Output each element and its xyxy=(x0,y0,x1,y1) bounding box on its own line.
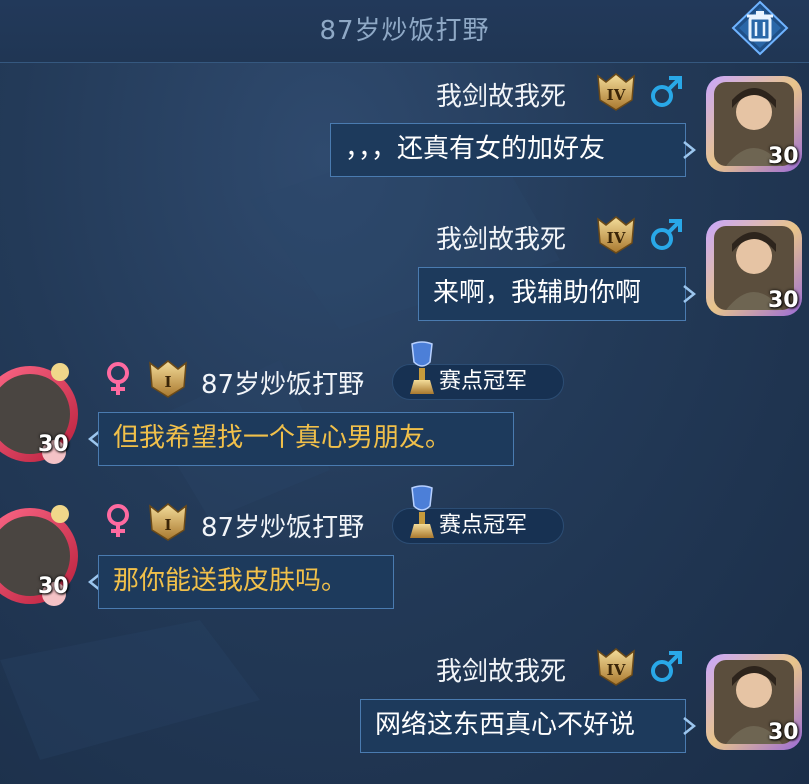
rank-badge-icon: IV xyxy=(597,73,635,111)
trophy-icon xyxy=(410,485,434,538)
trash-icon xyxy=(731,0,789,56)
avatar[interactable]: 30 xyxy=(702,650,806,754)
sender-name[interactable]: 87岁炒饭打野 xyxy=(201,507,364,544)
svg-text:IV: IV xyxy=(607,661,626,679)
svg-text:I: I xyxy=(164,516,171,534)
female-icon xyxy=(107,504,129,537)
header-bar: 87岁炒饭打野 xyxy=(0,0,809,63)
sender-name[interactable]: 我剑故我死 xyxy=(436,76,566,113)
avatar[interactable]: 30 xyxy=(702,72,806,176)
male-icon xyxy=(651,219,682,250)
rank-badge-icon: IV xyxy=(597,216,635,254)
bubble-tail-icon xyxy=(683,285,697,303)
avatar[interactable]: 30 xyxy=(0,498,82,606)
svg-text:IV: IV xyxy=(607,229,626,247)
level-number: 30 xyxy=(38,432,69,457)
rank-badge-icon: IV xyxy=(597,648,635,686)
delete-button[interactable] xyxy=(725,0,795,56)
bubble-tail-icon xyxy=(683,141,697,159)
female-icon xyxy=(107,362,129,395)
chat-title: 87岁炒饭打野 xyxy=(319,16,490,46)
level-number: 30 xyxy=(768,288,799,313)
sender-name[interactable]: 我剑故我死 xyxy=(436,219,566,256)
svg-text:IV: IV xyxy=(607,86,626,104)
rank-badge-icon: I xyxy=(149,503,187,541)
message-bubble[interactable]: 来啊，我辅助你啊 xyxy=(418,267,686,321)
male-icon xyxy=(651,651,682,682)
level-number: 30 xyxy=(768,720,799,745)
bubble-tail-icon xyxy=(683,717,697,735)
message-bubble[interactable]: 网络这东西真心不好说 xyxy=(360,699,686,753)
level-number: 30 xyxy=(768,144,799,169)
message-bubble[interactable]: ，，，还真有女的加好友 xyxy=(330,123,686,177)
trophy-icon xyxy=(410,341,434,394)
svg-text:I: I xyxy=(164,373,171,391)
male-icon xyxy=(651,76,682,107)
avatar[interactable]: 30 xyxy=(0,356,82,464)
rank-badge-icon: I xyxy=(149,360,187,398)
avatar[interactable]: 30 xyxy=(702,216,806,320)
sender-name[interactable]: 87岁炒饭打野 xyxy=(201,364,364,401)
message-bubble[interactable]: 但我希望找一个真心男朋友。 xyxy=(98,412,514,466)
level-number: 30 xyxy=(38,574,69,599)
sender-name[interactable]: 我剑故我死 xyxy=(436,651,566,688)
message-bubble[interactable]: 那你能送我皮肤吗。 xyxy=(98,555,394,609)
